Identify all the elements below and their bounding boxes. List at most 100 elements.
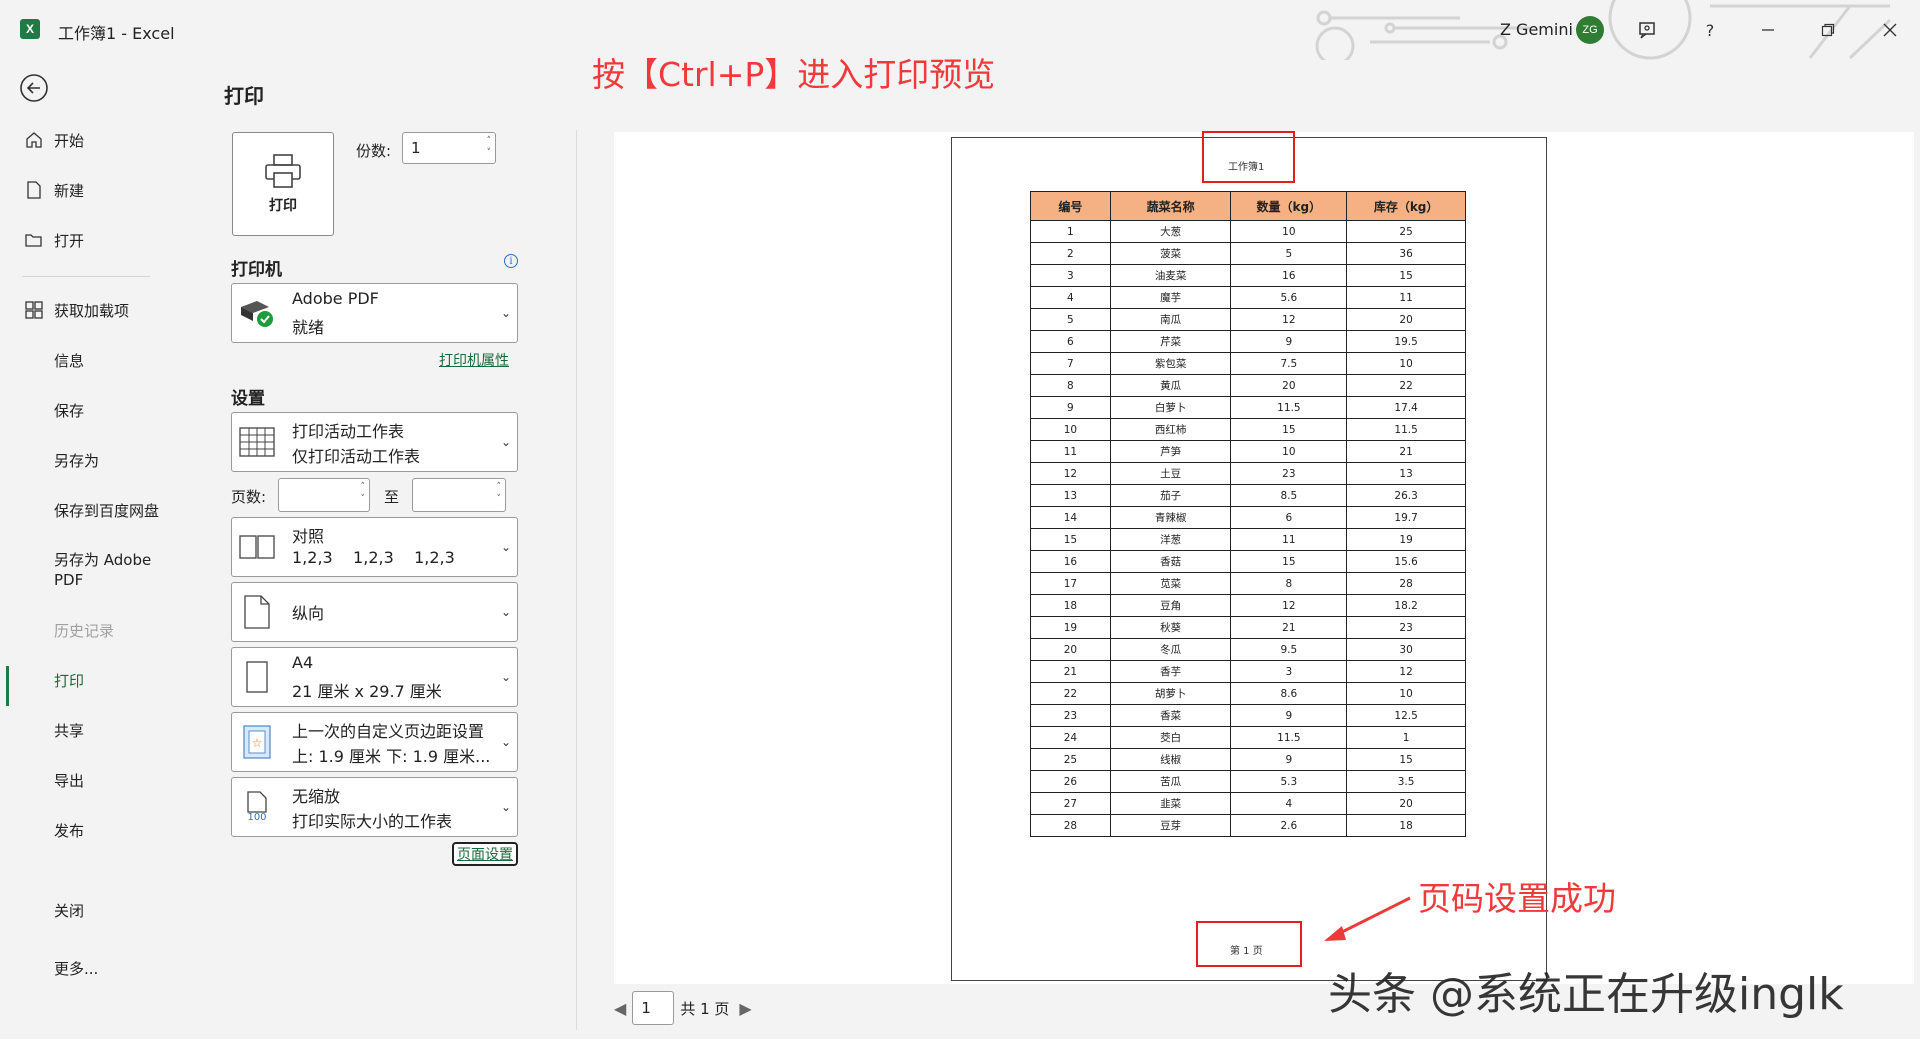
table-cell: 茄子 xyxy=(1109,484,1232,507)
nav-item-addins[interactable]: 获取加载项 xyxy=(0,292,176,328)
scaling-select[interactable]: 100 无缩放 打印实际大小的工作表 ⌄ xyxy=(231,777,518,837)
table-cell: 紫包菜 xyxy=(1109,352,1232,375)
info-icon[interactable]: i xyxy=(504,254,518,268)
table-row: 2 菠菜 5 36 xyxy=(1030,242,1466,265)
spin-arrows-icon[interactable]: ˄ ˅ xyxy=(487,135,492,159)
page-number-input[interactable]: 1 xyxy=(632,991,675,1025)
table-cell: 秋葵 xyxy=(1109,616,1232,639)
table-cell: 黄瓜 xyxy=(1109,374,1232,397)
table-cell: 10 xyxy=(1346,352,1466,375)
table-cell: 7 xyxy=(1030,352,1111,375)
collate-select[interactable]: 对照 1,2,3 1,2,3 1,2,3 ⌄ xyxy=(231,517,518,577)
nav-item-close[interactable]: 关闭 xyxy=(0,892,176,928)
table-cell: 14 xyxy=(1030,506,1111,529)
help-icon[interactable]: ? xyxy=(1694,14,1726,46)
table-cell: 10 xyxy=(1346,682,1466,705)
table-cell: 西红柿 xyxy=(1109,418,1232,441)
nav-item-open[interactable]: 打开 xyxy=(0,222,176,258)
table-cell: 20 xyxy=(1030,638,1111,661)
margins-select[interactable]: ☆ 上一次的自定义页边距设置 上: 1.9 厘米 下: 1.9 厘米... ⌄ xyxy=(231,712,518,772)
user-avatar[interactable]: ZG xyxy=(1576,16,1604,44)
prev-page-icon[interactable]: ◀ xyxy=(614,999,626,1018)
restore-icon[interactable] xyxy=(1812,14,1844,46)
preview-table: 编号 蔬菜名称 数量（kg） 库存（kg） 1 大葱 10 25 2 菠菜 5 36 3 油麦菜 1… xyxy=(1030,191,1466,837)
table-cell: 16 xyxy=(1030,550,1111,573)
nav-item-share[interactable]: 共享 xyxy=(0,712,176,748)
nav-item-save-baidu[interactable]: 保存到百度网盘 xyxy=(0,492,176,528)
page-setup-link[interactable]: 页面设置 xyxy=(452,842,518,866)
scaling-icon: 100 xyxy=(238,788,276,826)
table-cell: 10 xyxy=(1230,220,1348,243)
table-cell: 11.5 xyxy=(1230,726,1348,749)
spin-arrows-icon[interactable]: ˄ ˅ xyxy=(361,481,366,505)
table-cell: 23 xyxy=(1030,704,1111,727)
table-row: 23 香菜 9 12.5 xyxy=(1030,704,1466,727)
printer-select[interactable]: Adobe PDF 就绪 ⌄ xyxy=(231,283,518,343)
table-cell: 油麦菜 xyxy=(1109,264,1232,287)
nav-item-save-as[interactable]: 另存为 xyxy=(0,442,176,478)
annotation-top: 按【Ctrl+P】进入打印预览 xyxy=(592,55,996,94)
next-page-icon[interactable]: ▶ xyxy=(739,999,751,1018)
nav-item-print[interactable]: 打印 xyxy=(0,662,176,706)
nav-item-new[interactable]: 新建 xyxy=(0,172,176,208)
table-cell: 15 xyxy=(1230,550,1348,573)
active-indicator xyxy=(6,666,9,706)
window-title: 工作簿1 - Excel xyxy=(58,24,175,43)
nav-item-save[interactable]: 保存 xyxy=(0,392,176,428)
portrait-page-icon xyxy=(238,593,276,631)
copies-label: 份数: xyxy=(356,142,392,160)
nav-item-more[interactable]: 更多... xyxy=(0,950,176,986)
feedback-icon[interactable] xyxy=(1632,14,1664,46)
table-row: 10 西红柿 15 11.5 xyxy=(1030,418,1466,441)
table-cell: 23 xyxy=(1230,462,1348,485)
scaling-title: 无缩放 xyxy=(292,787,341,806)
print-button-label: 打印 xyxy=(269,198,297,214)
nav-item-label: 更多... xyxy=(54,959,99,978)
back-arrow-icon[interactable] xyxy=(18,72,50,104)
settings-heading: 设置 xyxy=(231,389,265,409)
nav-item-info[interactable]: 信息 xyxy=(0,342,176,378)
table-cell: 豆角 xyxy=(1109,594,1232,617)
table-cell: 香菇 xyxy=(1109,550,1232,573)
chevron-down-icon: ⌄ xyxy=(500,670,511,684)
chevron-down-icon: ⌄ xyxy=(500,735,511,749)
nav-item-label: 打印 xyxy=(54,671,85,690)
printer-properties-link[interactable]: 打印机属性 xyxy=(439,350,509,370)
nav-item-export[interactable]: 导出 xyxy=(0,762,176,798)
column-header: 数量（kg） xyxy=(1230,191,1348,221)
nav-item-label: 保存到百度网盘 xyxy=(54,501,160,520)
close-icon[interactable] xyxy=(1874,14,1906,46)
table-row: 18 豆角 12 18.2 xyxy=(1030,594,1466,617)
table-cell: 5 xyxy=(1230,242,1348,265)
pages-to-input[interactable]: ˄ ˅ xyxy=(412,478,506,512)
table-cell: 冬瓜 xyxy=(1109,638,1232,661)
watermark: 头条 @系统正在升级inglk xyxy=(1328,969,1844,1020)
table-row: 22 胡萝卜 8.6 10 xyxy=(1030,682,1466,705)
chevron-down-icon: ⌄ xyxy=(500,800,511,814)
table-cell: 24 xyxy=(1030,726,1111,749)
user-name[interactable]: Z Gemini xyxy=(1500,20,1573,39)
pages-from-input[interactable]: ˄ ˅ xyxy=(278,478,370,512)
table-cell: 5.6 xyxy=(1230,286,1348,309)
table-cell: 18.2 xyxy=(1346,594,1466,617)
table-cell: 菠菜 xyxy=(1109,242,1232,265)
table-cell: 36 xyxy=(1346,242,1466,265)
print-what-select[interactable]: 打印活动工作表 仅打印活动工作表 ⌄ xyxy=(231,412,518,472)
table-cell: 5 xyxy=(1030,308,1111,331)
orientation-select[interactable]: 纵向 ⌄ xyxy=(231,582,518,642)
spin-arrows-icon[interactable]: ˄ ˅ xyxy=(497,481,502,505)
nav-item-home[interactable]: 开始 xyxy=(0,122,176,158)
nav-item-save-adobe-pdf[interactable]: 另存为 Adobe PDF xyxy=(0,550,176,592)
nav-item-publish[interactable]: 发布 xyxy=(0,812,176,848)
table-row: 16 香菇 15 15.6 xyxy=(1030,550,1466,573)
table-row: 13 茄子 8.5 26.3 xyxy=(1030,484,1466,507)
copies-input[interactable]: 1 ˄ ˅ xyxy=(402,132,496,164)
printer-status: 就绪 xyxy=(292,318,325,337)
nav-item-label: 历史记录 xyxy=(54,621,115,640)
paper-size-select[interactable]: A4 21 厘米 x 29.7 厘米 ⌄ xyxy=(231,647,518,707)
collate-title: 对照 xyxy=(292,527,325,546)
print-button[interactable]: 打印 xyxy=(232,132,334,236)
table-row: 6 芹菜 9 19.5 xyxy=(1030,330,1466,353)
minimize-icon[interactable] xyxy=(1752,14,1784,46)
table-cell: 18 xyxy=(1030,594,1111,617)
